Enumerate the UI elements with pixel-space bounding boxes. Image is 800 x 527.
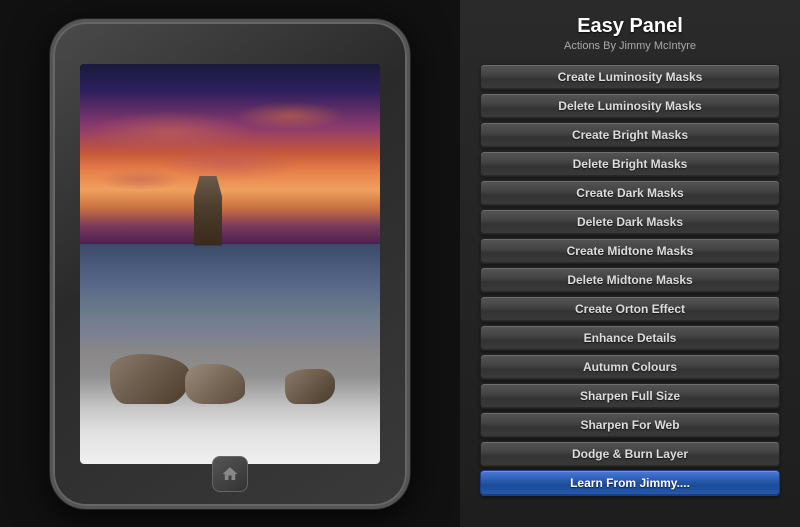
panel-button-2[interactable]: Create Bright Masks (480, 122, 780, 148)
panel-button-10[interactable]: Autumn Colours (480, 354, 780, 380)
panel-button-11[interactable]: Sharpen Full Size (480, 383, 780, 409)
photo-rock-right (285, 369, 335, 404)
panel-button-4[interactable]: Create Dark Masks (480, 180, 780, 206)
panel-button-1[interactable]: Delete Luminosity Masks (480, 93, 780, 119)
home-icon (221, 465, 239, 483)
panel-buttons-list: Create Luminosity Masks Delete Luminosity… (480, 64, 780, 496)
photo-rock-left (110, 354, 190, 404)
panel-button-13[interactable]: Dodge & Burn Layer (480, 441, 780, 467)
panel-button-9[interactable]: Enhance Details (480, 325, 780, 351)
photo-rock-main (194, 176, 222, 246)
photo-rock-mid (185, 364, 245, 404)
ipad-home-button[interactable] (212, 456, 248, 492)
easy-panel: Easy Panel Actions By Jimmy McIntyre Cre… (460, 0, 800, 527)
panel-title: Easy Panel (577, 15, 683, 38)
photo-rocks-foreground (80, 284, 380, 404)
panel-button-7[interactable]: Delete Midtone Masks (480, 267, 780, 293)
photo-sky-clouds (80, 84, 380, 244)
ipad-device (50, 19, 410, 509)
panel-button-8[interactable]: Create Orton Effect (480, 296, 780, 322)
ipad-section (0, 0, 460, 527)
panel-button-6[interactable]: Create Midtone Masks (480, 238, 780, 264)
panel-subtitle: Actions By Jimmy McIntyre (564, 40, 696, 52)
panel-button-0[interactable]: Create Luminosity Masks (480, 64, 780, 90)
panel-button-12[interactable]: Sharpen For Web (480, 412, 780, 438)
panel-button-3[interactable]: Delete Bright Masks (480, 151, 780, 177)
ipad-screen (80, 64, 380, 464)
panel-button-5[interactable]: Delete Dark Masks (480, 209, 780, 235)
panel-button-14[interactable]: Learn From Jimmy.... (480, 470, 780, 496)
